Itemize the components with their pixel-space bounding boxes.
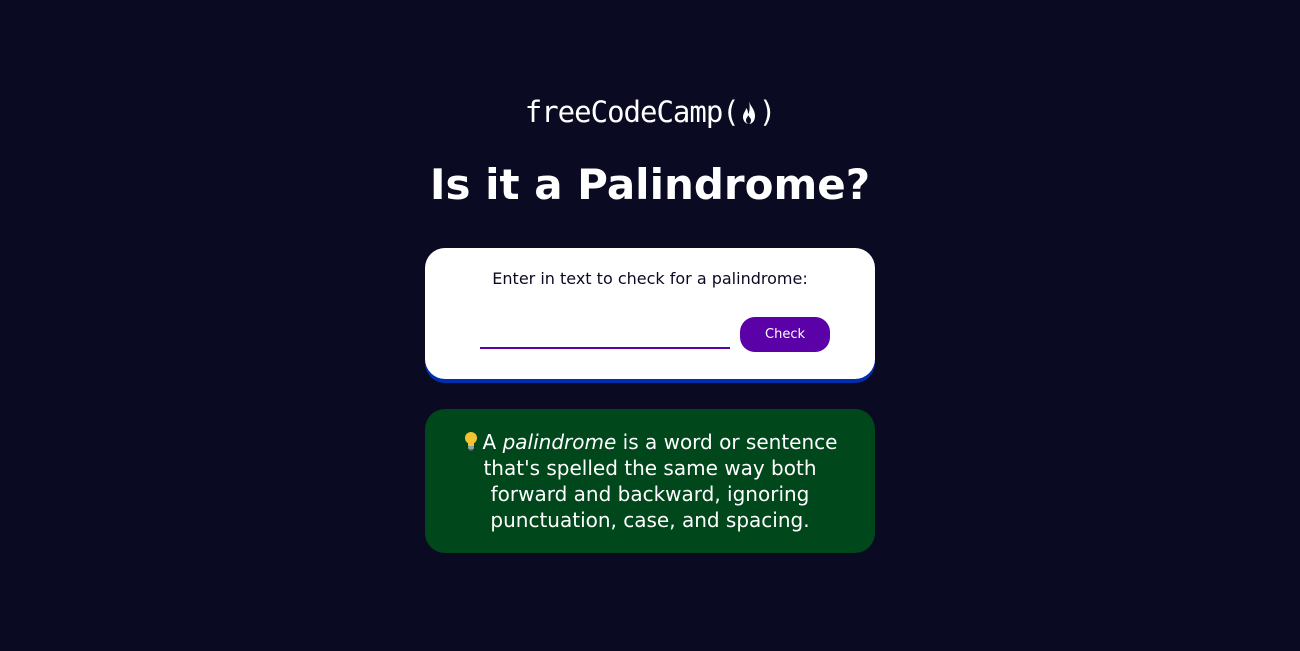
info-term: palindrome <box>502 430 617 454</box>
lightbulb-icon <box>464 432 477 451</box>
palindrome-form-card: Enter in text to check for a palindrome: <box>425 248 875 379</box>
logo-text-suffix: ) <box>758 95 776 129</box>
page: freeCodeCamp( ) Is it a Palindrome? Ente… <box>0 0 1300 651</box>
page-title: Is it a Palindrome? <box>429 160 871 209</box>
check-button[interactable]: Check <box>740 317 830 352</box>
info-box: A palindrome is a word or sentence that'… <box>425 409 875 553</box>
freecodecamp-logo[interactable]: freeCodeCamp( ) <box>0 94 1300 130</box>
text-input[interactable] <box>480 316 730 349</box>
input-label: Enter in text to check for a palindrome: <box>492 269 808 288</box>
fire-icon <box>742 101 755 124</box>
logo-text-prefix: freeCodeCamp( <box>524 95 740 129</box>
info-lead: A <box>482 430 497 454</box>
